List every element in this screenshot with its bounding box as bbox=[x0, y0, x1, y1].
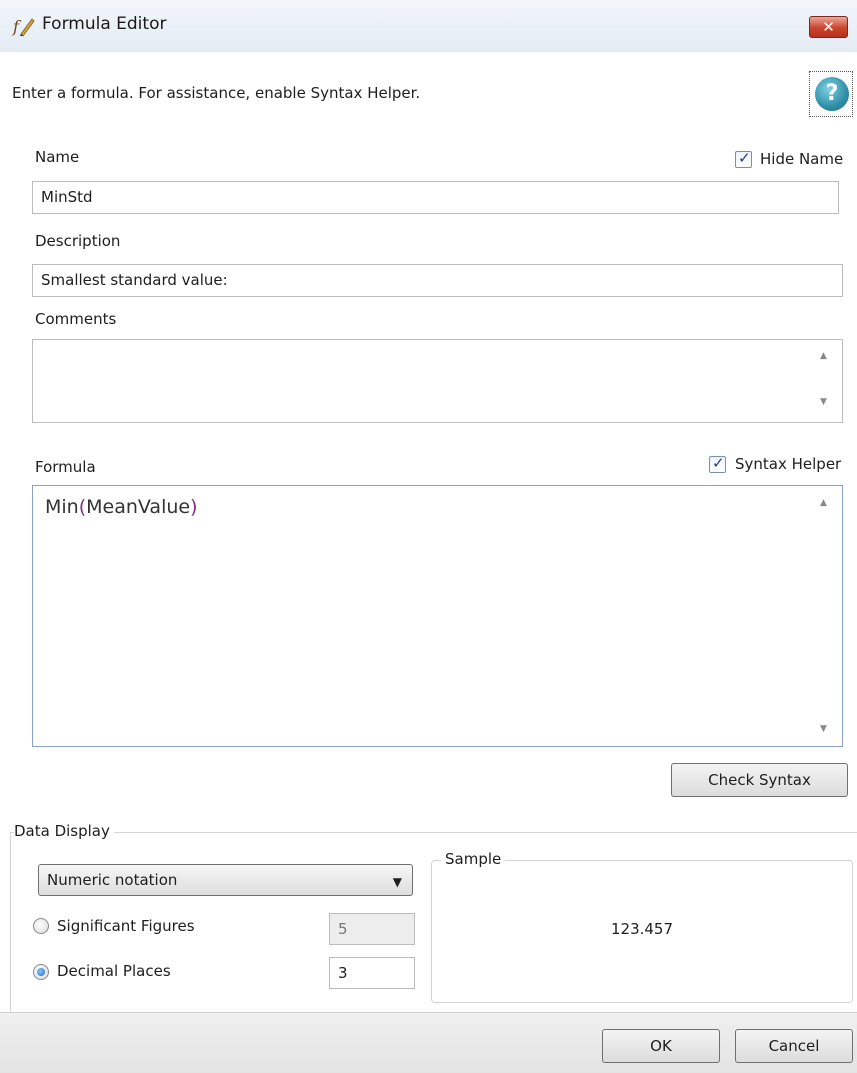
chevron-down-icon: ▼ bbox=[392, 875, 402, 889]
data-display-top-border bbox=[10, 832, 857, 833]
check-syntax-button[interactable]: Check Syntax bbox=[671, 763, 848, 797]
notation-select[interactable]: Numeric notation ▼ bbox=[38, 864, 413, 896]
comments-label: Comments bbox=[35, 310, 117, 328]
title-bar[interactable]: f Formula Editor ✕ bbox=[0, 0, 857, 52]
window-title: Formula Editor bbox=[42, 14, 167, 34]
formula-close-paren: ) bbox=[190, 496, 198, 518]
formula-function: Min bbox=[45, 496, 79, 518]
data-display-label: Data Display bbox=[14, 822, 114, 840]
sample-value: 123.457 bbox=[610, 920, 674, 938]
svg-text:f: f bbox=[12, 17, 22, 36]
hide-name-label: Hide Name bbox=[760, 150, 844, 168]
help-icon: ? bbox=[815, 77, 849, 111]
name-field[interactable]: MinStd bbox=[32, 181, 839, 214]
check-icon: ✓ bbox=[712, 454, 725, 472]
formula-argument: MeanValue bbox=[86, 496, 191, 518]
syntax-helper-checkbox[interactable]: ✓ bbox=[709, 454, 726, 473]
check-icon: ✓ bbox=[738, 149, 751, 167]
decimal-places-field[interactable]: 3 bbox=[329, 957, 415, 989]
description-field[interactable]: Smallest standard value: bbox=[32, 264, 843, 297]
syntax-helper-label: Syntax Helper bbox=[735, 455, 842, 473]
comments-scroll-down-icon[interactable]: ▼ bbox=[820, 397, 827, 407]
significant-figures-label: Significant Figures bbox=[57, 917, 195, 935]
notation-value: Numeric notation bbox=[47, 871, 178, 889]
significant-figures-radio[interactable] bbox=[33, 918, 49, 934]
help-glyph: ? bbox=[825, 81, 839, 106]
formula-editor[interactable]: Min(MeanValue) bbox=[32, 485, 843, 747]
formula-scroll-up-icon[interactable]: ▲ bbox=[820, 498, 827, 508]
help-button[interactable]: ? bbox=[809, 71, 853, 117]
cancel-button[interactable]: Cancel bbox=[735, 1029, 853, 1063]
description-label: Description bbox=[35, 232, 121, 250]
formula-text: Min(MeanValue) bbox=[45, 496, 198, 518]
comments-field[interactable] bbox=[32, 339, 843, 423]
formula-scroll-down-icon[interactable]: ▼ bbox=[820, 724, 827, 734]
formula-fx-icon: f bbox=[12, 17, 35, 37]
formula-label: Formula bbox=[35, 458, 96, 476]
ok-button[interactable]: OK bbox=[602, 1029, 720, 1063]
sample-label: Sample bbox=[441, 850, 506, 868]
close-icon: ✕ bbox=[822, 18, 835, 36]
close-button[interactable]: ✕ bbox=[809, 16, 848, 38]
comments-scroll-up-icon[interactable]: ▲ bbox=[820, 351, 827, 361]
decimal-places-radio[interactable] bbox=[33, 964, 49, 980]
dialog-footer: OK Cancel bbox=[0, 1012, 857, 1073]
data-display-left-border bbox=[10, 832, 11, 1012]
significant-figures-field[interactable]: 5 bbox=[329, 913, 415, 945]
formula-editor-window: f Formula Editor ✕ Enter a formula. For … bbox=[0, 0, 857, 1073]
decimal-places-label: Decimal Places bbox=[57, 962, 171, 980]
name-label: Name bbox=[35, 148, 80, 166]
instructions-text: Enter a formula. For assistance, enable … bbox=[12, 84, 421, 102]
hide-name-checkbox[interactable]: ✓ bbox=[735, 149, 752, 168]
